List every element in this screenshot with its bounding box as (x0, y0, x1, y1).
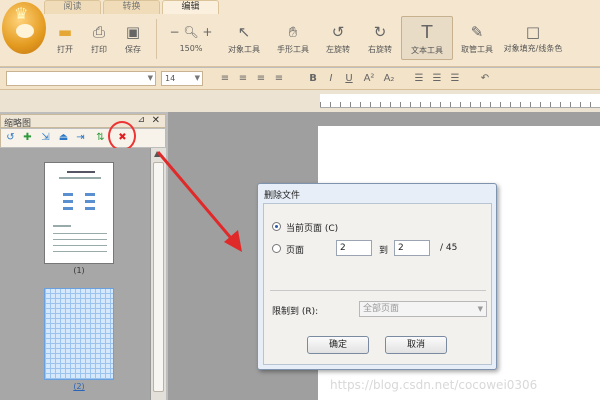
printer-icon: ⎙ (92, 23, 105, 41)
page-from-input[interactable]: 2 (336, 240, 372, 256)
page-thumbnail-2[interactable] (44, 288, 114, 380)
dialog-divider (270, 290, 486, 291)
thumbnail-panel-header: 缩略图 ⊿ ✕ (0, 114, 166, 129)
pin-icon[interactable]: ⊿ (137, 115, 145, 125)
save-button[interactable]: ▣ 保存 (116, 16, 150, 60)
hand-tool-button[interactable]: ✋︎ 手形工具 (269, 16, 317, 60)
thumbnail-toolbar: ↺ ✚ ⇲ ⏏ ⇥ ⇅ ✖ (0, 129, 166, 147)
ribbon-tabs: 阅读 转换 编辑 (44, 0, 221, 14)
zoom-icon: − 🔍︎ + (169, 25, 213, 39)
zoom-control[interactable]: − 🔍︎ + 150% (163, 16, 219, 60)
ribbon-buttons: ▬ 打开 ⎙ 打印 ▣ 保存 − 🔍︎ + 150% ↖ 对象工具 ✋︎ 手形工… (48, 16, 565, 64)
align-left-icon[interactable]: ≡ (218, 71, 232, 86)
close-icon[interactable]: ✕ (152, 115, 160, 126)
ok-button[interactable]: 确定 (307, 336, 369, 354)
object-fill-button[interactable]: □ 对象填充/线条色 (501, 16, 565, 60)
page-thumbnail-1[interactable] (44, 162, 114, 264)
tab-convert[interactable]: 转换 (103, 0, 160, 14)
ribbon-divider (156, 19, 157, 59)
floppy-disk-icon: ▣ (125, 23, 141, 41)
folder-icon: ▬ (57, 23, 73, 41)
cursor-arrow-icon: ↖ (237, 23, 251, 41)
insert-page-icon[interactable]: ✚ (21, 131, 34, 144)
font-family-select[interactable]: ▼ (6, 71, 156, 86)
to-label: 到 (379, 246, 389, 256)
rotate-page-icon[interactable]: ↺ (4, 131, 17, 144)
page-to-input[interactable]: 2 (394, 240, 430, 256)
line-spacing-icon[interactable]: ☰ (412, 71, 426, 86)
replace-page-icon[interactable]: ⏏ (57, 131, 70, 144)
app-logo-button[interactable]: ♛ (2, 2, 46, 54)
split-page-icon[interactable]: ⇅ (94, 131, 107, 144)
open-button[interactable]: ▬ 打开 (48, 16, 82, 60)
crown-icon: ♛ (14, 4, 29, 23)
current-page-label[interactable]: 当前页面 (C) (286, 221, 338, 234)
rotate-right-icon: ↻ (373, 23, 387, 41)
extract-page-icon[interactable]: ⇲ (39, 131, 52, 144)
text-tool-button[interactable]: T 文本工具 (401, 16, 453, 60)
font-size-select[interactable]: 14 ▼ (161, 71, 203, 86)
ribbon-bar: ♛ 阅读 转换 编辑 ▬ 打开 ⎙ 打印 ▣ 保存 − 🔍︎ + 150% ↖ … (0, 0, 600, 67)
format-toolbar: ▼ 14 ▼ ≡ ≡ ≡ ≡ B I U A² A₂ ☰ ☰ ☰ ↶ (0, 68, 600, 90)
italic-icon[interactable]: I (324, 71, 338, 86)
object-tool-button[interactable]: ↖ 对象工具 (219, 16, 269, 60)
panel-title: 缩略图 (4, 119, 32, 129)
text-t-icon: T (421, 22, 433, 43)
page-number-label: (1) (73, 266, 85, 275)
dialog-body: 当前页面 (C) 页面 2 到 2 / 45 限制到 (R): 全部页面 ▼ 确… (263, 203, 492, 365)
annotation-arrow (156, 151, 242, 252)
watermark-text: https://blog.csdn.net/cocowei0306 (330, 378, 538, 392)
move-page-icon[interactable]: ⇥ (74, 131, 87, 144)
tab-edit[interactable]: 编辑 (162, 0, 219, 14)
chevron-down-icon: ▼ (477, 305, 483, 313)
chevron-down-icon: ▼ (194, 74, 200, 82)
horizontal-ruler (320, 94, 600, 108)
fill-square-icon: □ (525, 23, 541, 41)
align-right-icon[interactable]: ≡ (254, 71, 268, 86)
restrict-label: 限制到 (R): (272, 307, 319, 317)
print-button[interactable]: ⎙ 打印 (82, 16, 116, 60)
eyedropper-icon: ✎ (470, 23, 484, 41)
dialog-title: 删除文件 (264, 191, 301, 201)
bold-icon[interactable]: B (306, 71, 320, 86)
delete-pages-dialog: 删除文件 当前页面 (C) 页面 2 到 2 / 45 限制到 (R): 全部页… (257, 183, 497, 370)
total-pages-label: / 45 (440, 243, 458, 253)
rotate-right-button[interactable]: ↻ 右旋转 (359, 16, 401, 60)
paragraph-spacing-icon[interactable]: ☰ (430, 71, 444, 86)
page-number-label: (2) (73, 382, 85, 391)
underline-icon[interactable]: U (342, 71, 356, 86)
page-range-label[interactable]: 页面 (286, 243, 304, 256)
rotate-left-icon: ↺ (331, 23, 345, 41)
chevron-down-icon: ▼ (147, 74, 153, 82)
eyedropper-button[interactable]: ✎ 取管工具 (453, 16, 501, 60)
hand-icon: ✋︎ (288, 23, 298, 41)
current-page-radio[interactable] (272, 222, 281, 231)
rotate-left-button[interactable]: ↺ 左旋转 (317, 16, 359, 60)
undo-icon[interactable]: ↶ (478, 71, 492, 86)
align-center-icon[interactable]: ≡ (236, 71, 250, 86)
subscript-icon[interactable]: A₂ (382, 71, 396, 86)
restrict-select[interactable]: 全部页面 ▼ (359, 301, 487, 317)
superscript-icon[interactable]: A² (362, 71, 376, 86)
highlight-circle (108, 121, 136, 151)
mascot-icon (16, 24, 34, 38)
page-range-radio[interactable] (272, 244, 281, 253)
indent-icon[interactable]: ☰ (448, 71, 462, 86)
cancel-button[interactable]: 取消 (385, 336, 447, 354)
align-justify-icon[interactable]: ≡ (272, 71, 286, 86)
tab-read[interactable]: 阅读 (44, 0, 101, 14)
